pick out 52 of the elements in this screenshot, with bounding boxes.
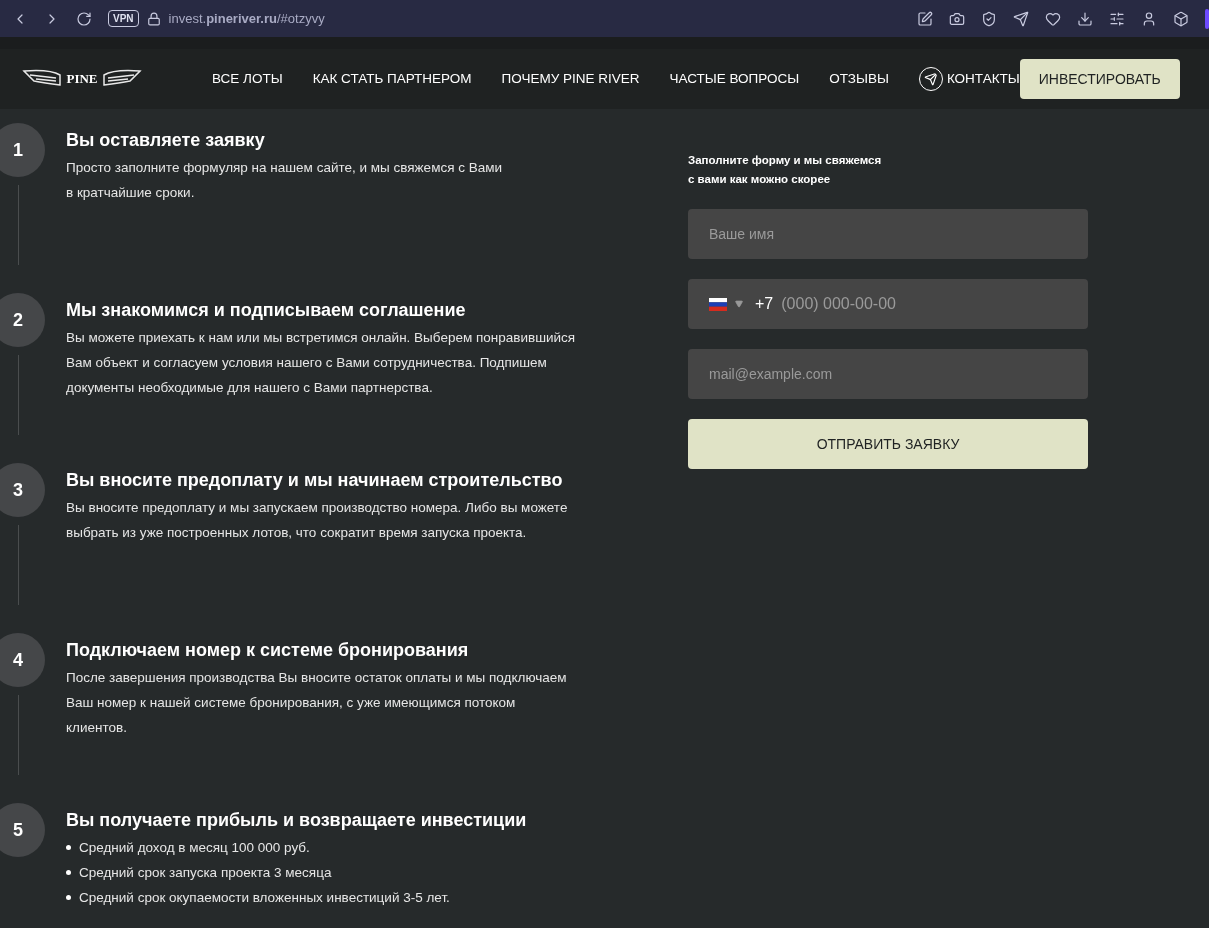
step-number: 1 xyxy=(0,123,45,177)
camera-icon[interactable] xyxy=(949,10,965,27)
invest-button[interactable]: ИНВЕСТИРОВАТЬ xyxy=(1019,59,1180,99)
bullet-icon xyxy=(66,895,71,900)
download-icon[interactable] xyxy=(1077,10,1093,27)
step-title: Подключаем номер к системе бронирования xyxy=(66,639,470,662)
phone-field[interactable]: +7 (000) 000-00-00 xyxy=(688,279,1088,329)
phone-number-field[interactable]: (000) 000-00-00 xyxy=(781,292,1067,316)
step-title: Мы знакомимся и подписываем соглашение xyxy=(66,299,467,322)
url-field[interactable]: invest.pineriver.ru/#otzyvy xyxy=(168,8,325,29)
step-number: 4 xyxy=(0,633,45,687)
settings-icon[interactable] xyxy=(1109,10,1125,27)
step-number: 3 xyxy=(0,463,45,517)
nav-link[interactable]: ЧАСТЫЕ ВОПРОСЫ xyxy=(669,68,800,90)
logo[interactable]: PINE xyxy=(22,59,142,99)
benefit-text: Средний срок запуска проекта 3 месяца xyxy=(79,864,332,882)
name-field[interactable]: Ваше имя xyxy=(688,209,1088,259)
step-description: После завершения производства Вы вносите остаток оплаты и мы подключаем Ваш номер к нашей системе бронирования, с уже имеющимся потоком клиентов. xyxy=(66,669,567,737)
profile-icon[interactable] xyxy=(1141,10,1157,27)
email-field[interactable]: mail@example.com xyxy=(688,349,1088,399)
send-icon[interactable] xyxy=(1013,10,1029,27)
vpn-badge[interactable]: VPN xyxy=(108,10,139,27)
bullet-icon xyxy=(66,870,71,875)
russia-flag-icon[interactable] xyxy=(709,297,727,311)
bullet-icon xyxy=(66,845,71,850)
caret-icon[interactable] xyxy=(735,300,743,308)
logo-text: PINE xyxy=(66,70,98,89)
form-heading: Заполните форму и мы свяжемся с вами как можно скорее xyxy=(688,153,883,187)
nav-link[interactable]: ПОЧЕМУ PINE RIVER xyxy=(501,68,640,90)
step-title: Вы вносите предоплату и мы начинаем строительство xyxy=(66,469,564,492)
nav-link[interactable]: ВСЕ ЛОТЫ xyxy=(212,68,283,90)
lock-icon xyxy=(146,11,161,26)
nav-link[interactable]: КАК СТАТЬ ПАРТНЕРОМ xyxy=(312,68,472,90)
reload-icon[interactable] xyxy=(76,10,92,27)
cube-icon[interactable] xyxy=(1173,10,1189,27)
nav-link[interactable]: ОТЗЫВЫ xyxy=(829,68,889,90)
benefit-text: Средний срок окупаемости вложенных инвестиций 3-5 лет. xyxy=(79,889,450,907)
submit-button[interactable]: ОТПРАВИТЬ ЗАЯВКУ xyxy=(688,419,1088,469)
step-description: Вы вносите предоплату и мы запускаем производство номера. Либо вы можете выбрать из уже построенных лотов, что сократит время запуска проекта. xyxy=(66,499,568,542)
sidebar-indicator xyxy=(1205,8,1209,29)
step-description: Вы можете приехать к нам или мы встретимся онлайн. Выберем понравившийся Вам объект и согласуем условия нашего с Вами сотрудничества. Подпишем документы необходимые для нашего с Вами партнерства. xyxy=(66,329,576,397)
nav-link[interactable]: КОНТАКТЫ xyxy=(918,67,1020,91)
step-title: Вы получаете прибыль и возвращаете инвестиции xyxy=(66,809,527,832)
step-number: 5 xyxy=(0,803,45,857)
edit-icon[interactable] xyxy=(917,10,933,27)
step-description: Просто заполните формуляр на нашем сайте, и мы свяжемся с Вами в кратчайшие сроки. xyxy=(66,159,503,202)
benefit-text: Средний доход в месяц 100 000 руб. xyxy=(79,839,310,857)
heart-icon[interactable] xyxy=(1045,10,1061,27)
step-title: Вы оставляете заявку xyxy=(66,129,266,152)
phone-code: +7 xyxy=(755,294,774,314)
step-number: 2 xyxy=(0,293,45,347)
shield-icon[interactable] xyxy=(981,10,997,27)
